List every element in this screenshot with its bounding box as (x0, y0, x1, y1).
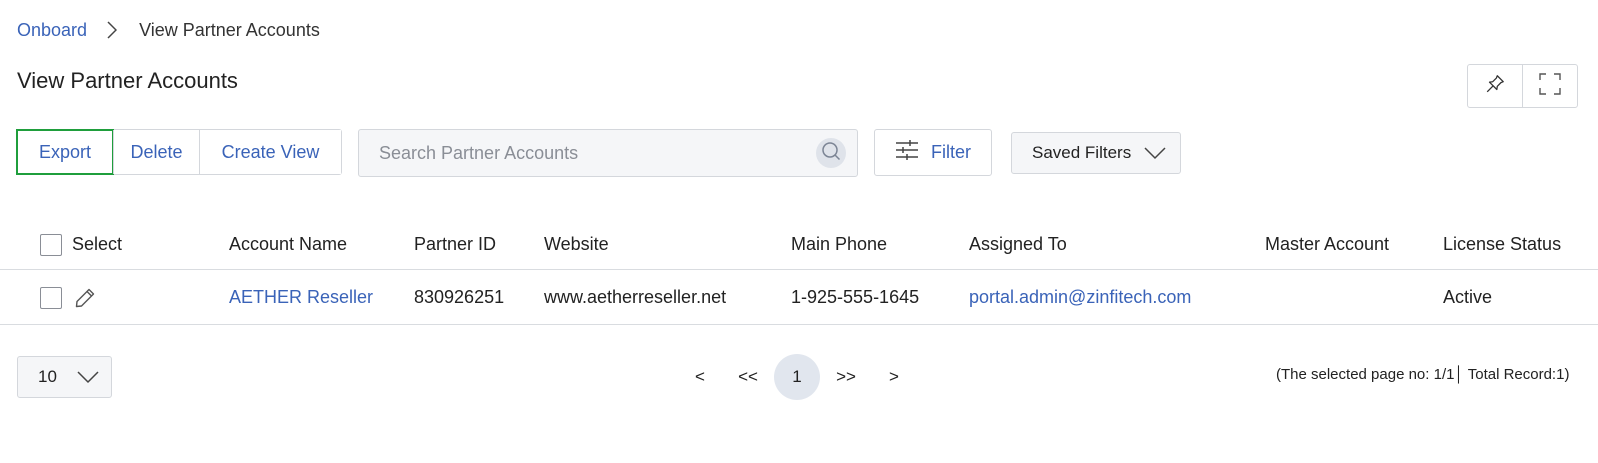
prev-page-button[interactable]: < (690, 354, 710, 400)
chevron-right-icon (107, 21, 118, 39)
first-page-button[interactable]: << (734, 354, 762, 400)
breadcrumb-onboard-link[interactable]: Onboard (17, 20, 87, 41)
partner-id-cell: 830926251 (414, 287, 505, 307)
main-phone-cell: 1-925-555-1645 (791, 287, 920, 307)
page-size-dropdown[interactable]: 10 (17, 356, 112, 398)
pin-icon (1484, 73, 1506, 100)
column-header-master-account[interactable]: Master Account (1265, 220, 1389, 269)
record-info: (The selected page no: 1/1│ Total Record… (1276, 366, 1570, 383)
last-page-button[interactable]: >> (832, 354, 860, 400)
action-button-group: Export Delete Create View (16, 129, 342, 175)
fullscreen-icon (1539, 72, 1561, 100)
search-icon (821, 141, 841, 166)
row-select-cell (40, 271, 96, 324)
search-box (358, 129, 858, 177)
pencil-icon[interactable] (74, 287, 96, 309)
delete-button[interactable]: Delete (113, 130, 199, 174)
page-size-value: 10 (38, 367, 57, 386)
filter-label: Filter (931, 142, 971, 162)
view-tools (1467, 64, 1578, 108)
column-header-license-status[interactable]: License Status (1443, 220, 1561, 269)
table-row: AETHER Reseller 830926251 www.aetherrese… (0, 271, 1598, 325)
saved-filters-dropdown[interactable]: Saved Filters (1011, 132, 1181, 174)
next-page-button[interactable]: > (884, 354, 904, 400)
search-input[interactable] (359, 130, 799, 176)
website-cell: www.aetherreseller.net (544, 287, 727, 307)
column-header-partner-id[interactable]: Partner ID (414, 220, 496, 269)
breadcrumb-current: View Partner Accounts (139, 19, 320, 40)
column-header-select: Select (72, 234, 123, 254)
pin-button[interactable] (1468, 65, 1522, 107)
chevron-down-icon (77, 369, 99, 389)
saved-filters-label: Saved Filters (1032, 143, 1132, 162)
select-all-checkbox[interactable] (40, 233, 62, 256)
search-button[interactable] (816, 138, 846, 168)
license-status-cell: Active (1443, 287, 1493, 307)
breadcrumb: Onboard View Partner Accounts (17, 18, 320, 42)
export-button[interactable]: Export (16, 129, 114, 175)
filter-button[interactable]: Filter (874, 129, 992, 176)
select-all-cell: Select (40, 220, 122, 269)
account-name-link[interactable]: AETHER Reseller (229, 271, 373, 324)
column-header-website[interactable]: Website (544, 220, 609, 269)
page-title: View Partner Accounts (17, 68, 238, 93)
fullscreen-button[interactable] (1522, 65, 1577, 107)
table-header: Select Account Name Partner ID Website M… (0, 220, 1598, 270)
create-view-button[interactable]: Create View (199, 130, 341, 174)
column-header-account-name[interactable]: Account Name (229, 220, 347, 269)
column-header-main-phone[interactable]: Main Phone (791, 220, 887, 269)
current-page-button[interactable]: 1 (774, 354, 820, 400)
column-header-assigned-to[interactable]: Assigned To (969, 220, 1067, 269)
chevron-down-icon (1144, 145, 1166, 165)
sliders-icon (895, 139, 919, 166)
assigned-to-link[interactable]: portal.admin@zinfitech.com (969, 271, 1191, 324)
row-checkbox[interactable] (40, 286, 62, 309)
